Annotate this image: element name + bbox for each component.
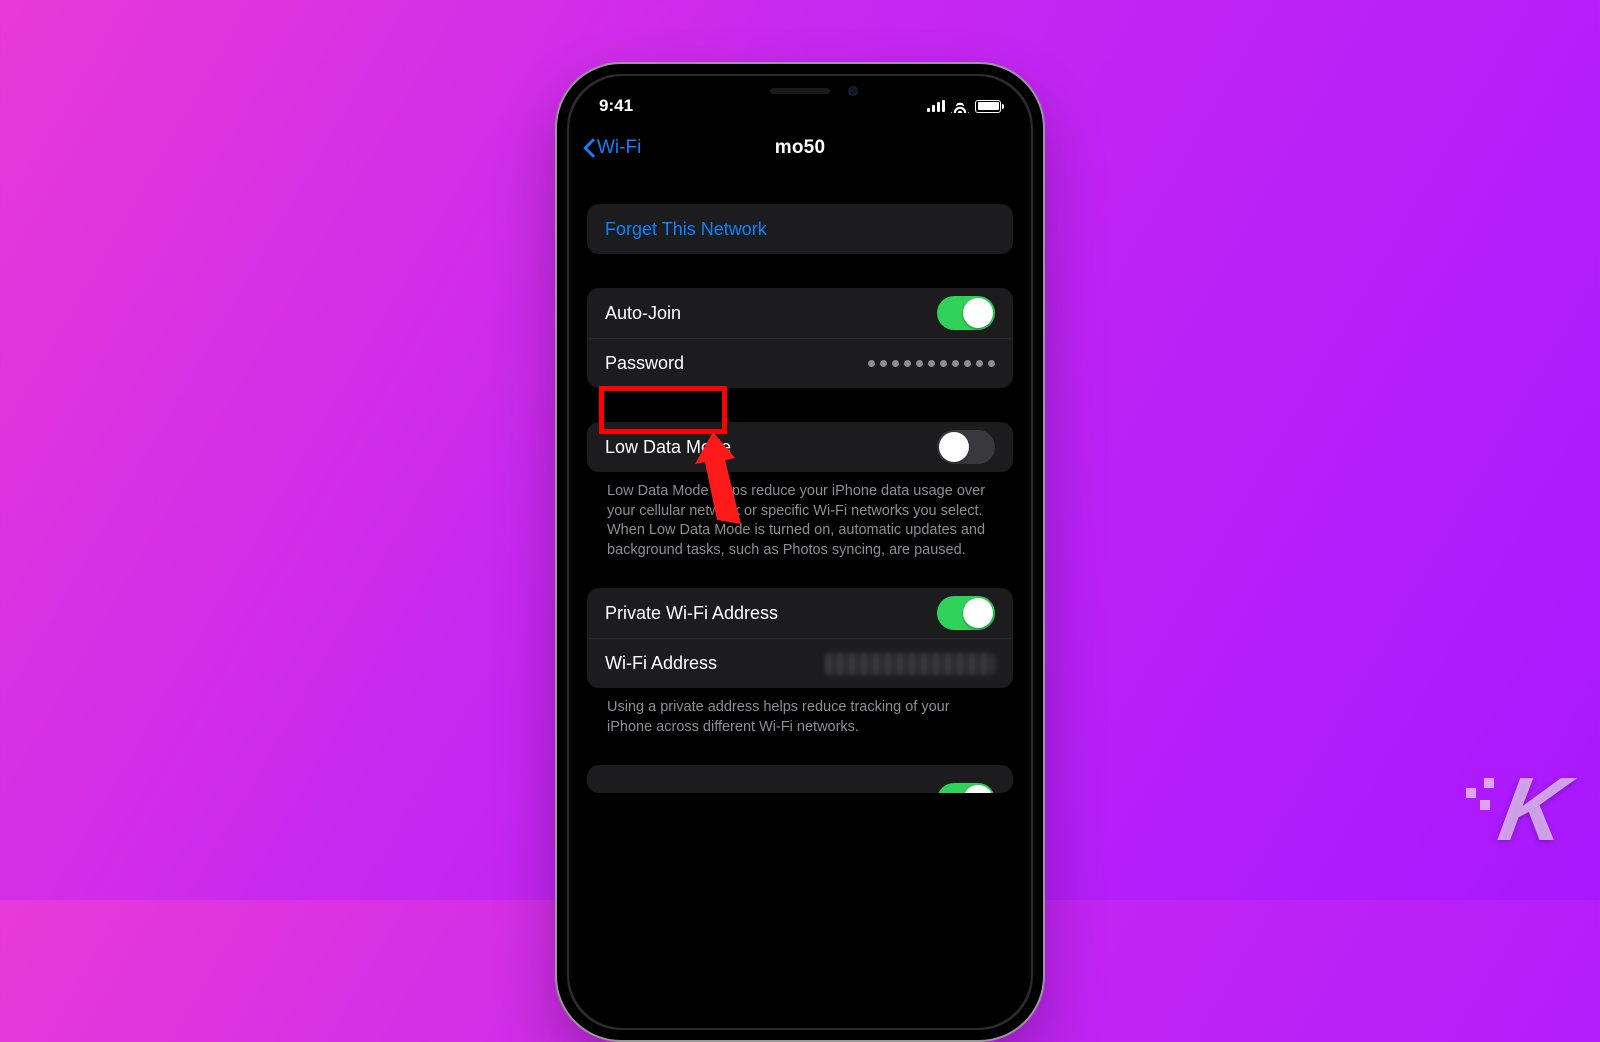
auto-join-row[interactable]: Auto-Join <box>587 288 1013 338</box>
forget-network-button[interactable]: Forget This Network <box>587 204 1013 254</box>
forget-network-label: Forget This Network <box>605 219 767 240</box>
join-group: Auto-Join Password <box>587 288 1013 388</box>
low-data-label: Low Data Mode <box>605 437 731 458</box>
auto-join-toggle[interactable] <box>937 296 995 330</box>
volume-down-button <box>555 340 557 402</box>
wifi-address-label: Wi-Fi Address <box>605 653 717 674</box>
back-button[interactable]: Wi-Fi <box>583 137 641 159</box>
private-address-note: Using a private address helps reduce tra… <box>587 698 1013 737</box>
battery-icon <box>975 100 1001 113</box>
power-button <box>1043 272 1045 368</box>
status-time: 9:41 <box>599 96 633 116</box>
low-data-toggle[interactable] <box>937 430 995 464</box>
back-label: Wi-Fi <box>597 137 641 159</box>
private-address-row[interactable]: Private Wi-Fi Address <box>587 588 1013 638</box>
wifi-address-row: Wi-Fi Address <box>587 638 1013 688</box>
password-masked <box>868 360 995 367</box>
password-row[interactable]: Password <box>587 338 1013 388</box>
screen: 9:41 Wi-Fi mo50 Forget This Network <box>569 76 1031 1028</box>
phone-frame: 9:41 Wi-Fi mo50 Forget This Network <box>555 62 1045 1042</box>
wifi-icon <box>951 99 969 113</box>
low-data-row[interactable]: Low Data Mode <box>587 422 1013 472</box>
forget-group: Forget This Network <box>587 204 1013 254</box>
notch <box>695 76 905 108</box>
auto-join-label: Auto-Join <box>605 303 681 324</box>
password-label: Password <box>605 353 684 374</box>
cellular-icon <box>927 100 945 112</box>
private-address-toggle[interactable] <box>937 596 995 630</box>
chevron-left-icon <box>583 138 595 158</box>
private-address-label: Private Wi-Fi Address <box>605 603 778 624</box>
private-address-group: Private Wi-Fi Address Wi-Fi Address <box>587 588 1013 688</box>
next-toggle-peek[interactable] <box>937 783 995 793</box>
mute-switch <box>555 192 557 226</box>
wifi-address-redacted <box>825 653 995 675</box>
next-group-peek <box>587 765 1013 793</box>
low-data-note: Low Data Mode helps reduce your iPhone d… <box>587 482 1013 560</box>
nav-bar: Wi-Fi mo50 <box>569 120 1031 176</box>
page-title: mo50 <box>775 137 825 159</box>
volume-up-button <box>555 260 557 322</box>
watermark: K <box>1492 759 1571 862</box>
low-data-group: Low Data Mode <box>587 422 1013 472</box>
